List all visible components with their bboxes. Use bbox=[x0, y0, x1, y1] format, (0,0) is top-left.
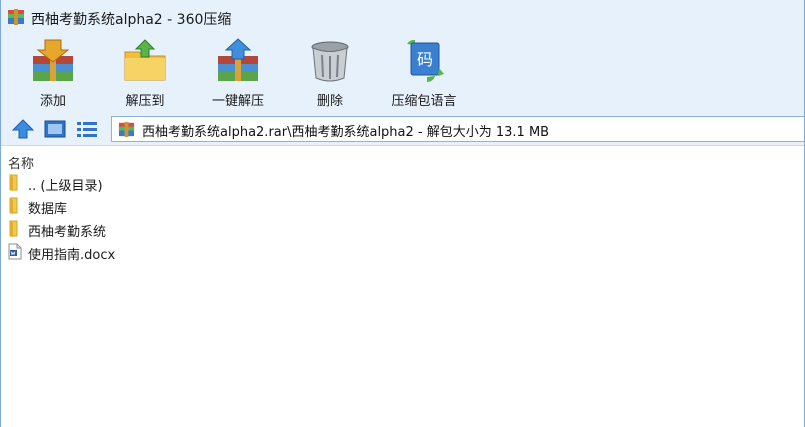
one-click-extract-label: 一键解压 bbox=[211, 94, 264, 109]
trash-bin-icon bbox=[311, 41, 349, 82]
add-books-icon bbox=[33, 39, 73, 81]
up-arrow-icon[interactable] bbox=[11, 118, 35, 140]
extract-to-label: 解压到 bbox=[125, 94, 165, 109]
toolbar: 添加 解压到 一键解压 删除 码 压缩包语言 bbox=[1, 34, 804, 112]
encoding-label: 压缩包语言 bbox=[391, 94, 457, 109]
word-document-icon bbox=[8, 243, 22, 260]
rar-archive-icon bbox=[118, 121, 135, 138]
address-bar: 西柚考勤系统alpha2.rar\西柚考勤系统alpha2 - 解包大小为 13… bbox=[1, 112, 804, 146]
list-item-label: 使用指南.docx bbox=[28, 248, 116, 263]
delete-label: 删除 bbox=[316, 94, 343, 109]
list-item-system-folder[interactable]: 西柚考勤系统 bbox=[1, 217, 804, 240]
column-header-name[interactable]: 名称 bbox=[1, 149, 804, 172]
archive-encoding-button[interactable]: 码 压缩包语言 bbox=[387, 34, 461, 112]
add-label: 添加 bbox=[39, 94, 66, 109]
folder-icon bbox=[9, 174, 18, 191]
one-click-extract-button[interactable]: 一键解压 bbox=[207, 34, 269, 112]
thumbnail-view-icon[interactable] bbox=[43, 118, 67, 140]
list-item-label: 西柚考勤系统 bbox=[28, 225, 107, 240]
encoding-icon: 码 bbox=[407, 39, 444, 83]
window-title: 西柚考勤系统alpha2 - 360压缩 bbox=[31, 12, 232, 28]
encoding-icon-glyph: 码 bbox=[417, 50, 433, 69]
list-view-icon[interactable] bbox=[75, 118, 99, 140]
title-bar: 西柚考勤系统alpha2 - 360压缩 bbox=[1, 0, 804, 34]
folder-icon bbox=[9, 197, 18, 214]
path-text: 西柚考勤系统alpha2.rar\西柚考勤系统alpha2 - 解包大小为 13… bbox=[142, 125, 550, 140]
list-item-parent-dir[interactable]: .. (上级目录) bbox=[1, 171, 804, 194]
path-field[interactable]: 西柚考勤系统alpha2.rar\西柚考勤系统alpha2 - 解包大小为 13… bbox=[111, 116, 804, 142]
add-button[interactable]: 添加 bbox=[29, 34, 77, 112]
folder-icon bbox=[9, 220, 18, 237]
extract-to-button[interactable]: 解压到 bbox=[115, 34, 175, 112]
file-list: 名称 .. (上级目录) 数据库 西柚考勤系统 使用指南.docx bbox=[1, 147, 804, 427]
delete-button[interactable]: 删除 bbox=[307, 34, 353, 112]
list-item-label: .. (上级目录) bbox=[28, 179, 103, 194]
folder-extract-icon bbox=[124, 39, 166, 81]
list-item-guide-docx[interactable]: 使用指南.docx bbox=[1, 240, 804, 263]
archive-app-icon bbox=[8, 9, 24, 25]
app-window: 西柚考勤系统alpha2 - 360压缩 添加 解压到 一键解压 删除 码 压缩… bbox=[0, 0, 805, 427]
list-item-label: 数据库 bbox=[28, 202, 68, 217]
extract-books-icon bbox=[218, 38, 258, 81]
column-name-label: 名称 bbox=[8, 157, 35, 172]
list-item-database-folder[interactable]: 数据库 bbox=[1, 194, 804, 217]
